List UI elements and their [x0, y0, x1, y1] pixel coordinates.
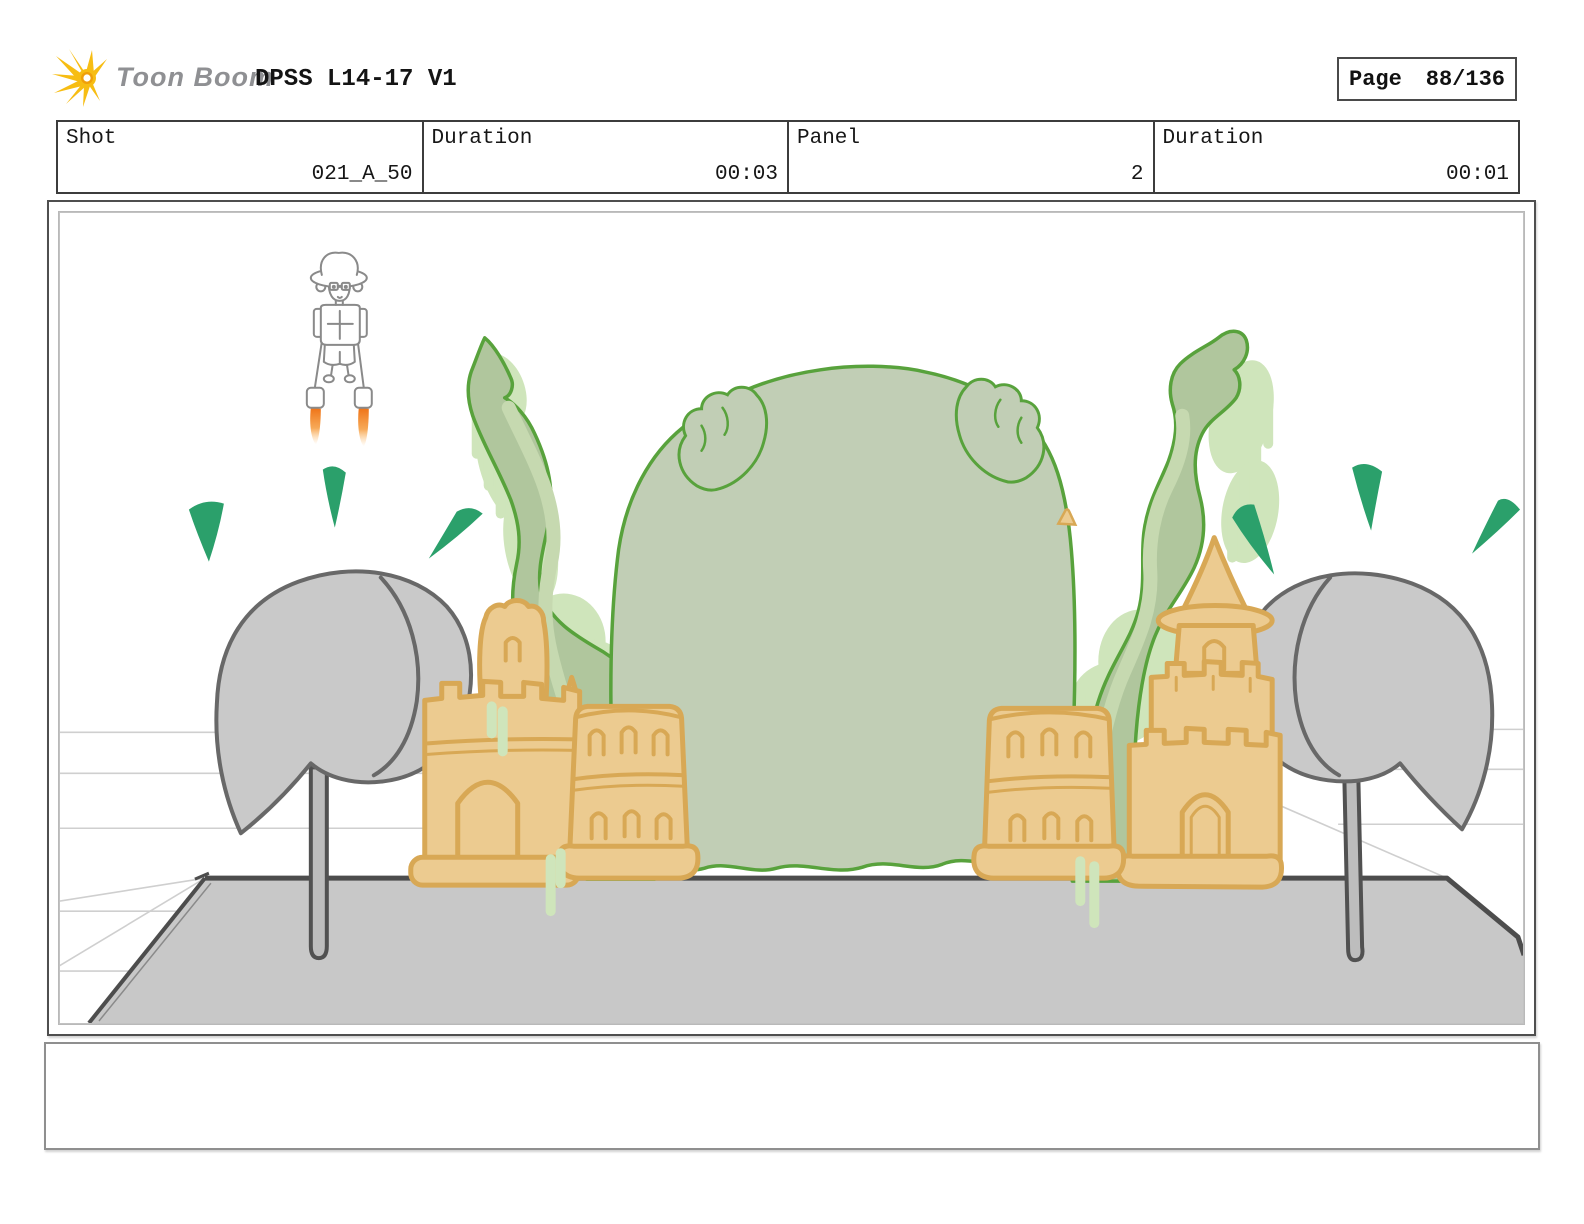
storyboard-panel-frame: [47, 200, 1536, 1036]
cell-shot: Shot 021_A_50: [58, 122, 422, 192]
sandbox-platform: [87, 871, 1524, 1024]
flame-left: [310, 407, 321, 445]
page-label: Page: [1349, 66, 1402, 92]
shot-info-row: Shot 021_A_50 Duration 00:03 Panel 2 Dur…: [56, 120, 1520, 194]
cell-shot-duration: Duration 00:03: [421, 122, 788, 192]
cell-panel-duration: Duration 00:01: [1152, 122, 1519, 192]
hat-crown: [319, 251, 359, 276]
cell-panel: Panel 2: [787, 122, 1153, 192]
page-title: DPSS L14-17 V1: [255, 66, 457, 93]
shot-duration-label: Duration: [431, 127, 533, 150]
shot-duration-value: 00:03: [714, 163, 778, 186]
tree-left-trunk: [308, 765, 329, 961]
page-number-box: Page 88/136: [1337, 57, 1517, 101]
storyboard-canvas: [58, 211, 1525, 1025]
shot-label: Shot: [66, 127, 117, 150]
panel-duration-label: Duration: [1162, 127, 1264, 150]
panel-label: Panel: [797, 127, 861, 150]
tree-right-trunk: [1342, 765, 1365, 963]
caption-box: [44, 1042, 1540, 1150]
panel-duration-value: 00:01: [1445, 163, 1509, 186]
jetpack-kid: [305, 251, 373, 447]
brand-text: Toon Boom: [116, 62, 274, 92]
shot-value: 021_A_50: [311, 163, 413, 186]
page-value: 88/136: [1425, 66, 1505, 92]
toonboom-starburst-icon: [52, 49, 107, 107]
panel-value: 2: [1130, 163, 1144, 186]
flame-right: [358, 407, 369, 447]
storyboard-drawing: [59, 212, 1524, 1024]
